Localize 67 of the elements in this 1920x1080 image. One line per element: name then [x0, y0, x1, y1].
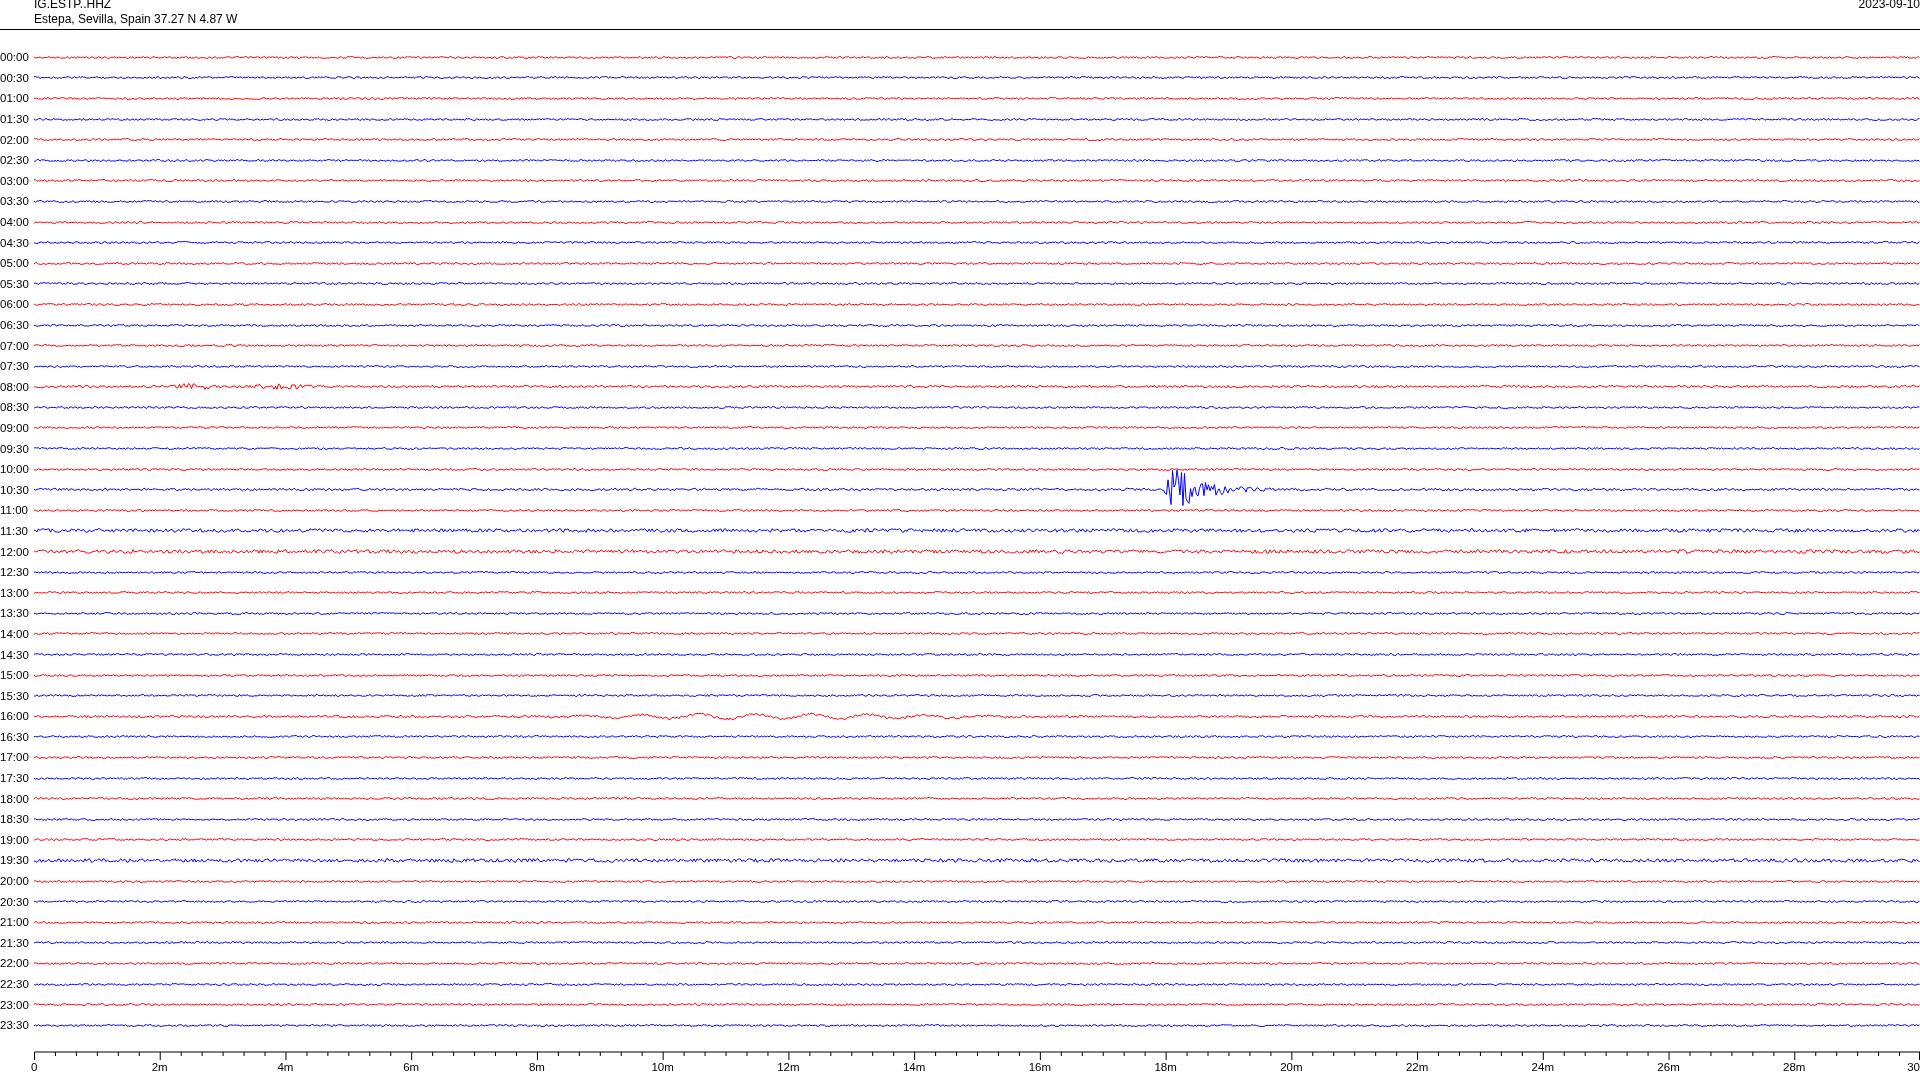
station-location: Estepa, Sevilla, Spain 37.27 N 4.87 W	[34, 12, 238, 27]
time-label: 12:00	[0, 545, 30, 558]
time-label: 19:00	[0, 833, 30, 846]
axis-label: 18m	[1154, 1060, 1177, 1074]
time-label: 13:00	[0, 586, 30, 599]
axis-label: 2m	[151, 1060, 168, 1074]
time-label: 21:00	[0, 916, 30, 929]
time-label: 04:00	[0, 216, 30, 229]
time-label: 06:30	[0, 319, 30, 331]
time-label: 20:00	[0, 875, 30, 888]
axis-label: 30	[1907, 1060, 1920, 1074]
time-label: 03:00	[0, 174, 30, 187]
time-label: 21:30	[0, 936, 30, 949]
time-label: 12:30	[0, 566, 30, 579]
time-label: 03:30	[0, 195, 30, 208]
axis-label: 16m	[1028, 1060, 1052, 1074]
axis-label: 10m	[651, 1060, 674, 1074]
time-label: 00:00	[0, 51, 30, 64]
time-label: 08:30	[0, 401, 30, 414]
time-label: 23:00	[0, 998, 30, 1011]
time-label: 02:00	[0, 133, 30, 146]
time-label: 20:30	[0, 895, 30, 908]
axis-label: 6m	[403, 1060, 420, 1074]
time-label: 18:30	[0, 813, 30, 826]
time-label: 11:30	[0, 524, 29, 537]
time-label: 16:00	[0, 710, 30, 723]
axis-label: 0	[31, 1060, 38, 1074]
axis-label: 22m	[1405, 1060, 1429, 1074]
axis-label: 14m	[902, 1060, 926, 1074]
time-label: 11:00	[0, 504, 29, 517]
axis-label: 20m	[1280, 1060, 1303, 1074]
time-label: 09:30	[0, 442, 30, 455]
station-code: IG.ESTP..HHZ	[34, 0, 113, 12]
axis-label: 24m	[1531, 1060, 1554, 1074]
time-label: 15:00	[0, 669, 30, 682]
time-label: 01:00	[0, 92, 30, 105]
time-label: 10:00	[0, 463, 30, 476]
axis-label: 8m	[528, 1060, 545, 1074]
time-label: 15:30	[0, 689, 30, 702]
time-label: 00:30	[0, 71, 30, 84]
time-label: 22:30	[0, 978, 30, 990]
time-label: 17:30	[0, 772, 30, 785]
time-label: 09:00	[0, 422, 30, 434]
time-label: 08:00	[0, 380, 30, 393]
axis-label: 28m	[1783, 1060, 1806, 1074]
time-label: 16:30	[0, 730, 30, 743]
time-label: 22:00	[0, 957, 30, 970]
time-label: 18:00	[0, 792, 30, 805]
time-label: 10:30	[0, 483, 30, 496]
time-label: 17:00	[0, 751, 30, 764]
date-label: 2023-09-10	[1858, 0, 1920, 12]
time-label: 07:00	[0, 339, 30, 352]
time-label: 01:30	[0, 113, 30, 126]
time-label: 02:30	[0, 154, 30, 167]
time-label: 14:30	[0, 648, 30, 661]
time-label: 05:00	[0, 257, 30, 270]
time-label: 23:30	[0, 1019, 30, 1032]
time-label: 13:30	[0, 607, 30, 620]
axis-label: 26m	[1657, 1060, 1680, 1074]
time-label: 19:30	[0, 854, 30, 867]
time-label: 14:00	[0, 627, 30, 640]
axis-label: 4m	[277, 1060, 294, 1074]
axis-label: 12m	[777, 1060, 800, 1074]
time-label: 04:30	[0, 236, 30, 249]
time-label: 06:00	[0, 298, 30, 311]
time-label: 07:30	[0, 360, 30, 373]
time-label: 05:30	[0, 277, 30, 290]
